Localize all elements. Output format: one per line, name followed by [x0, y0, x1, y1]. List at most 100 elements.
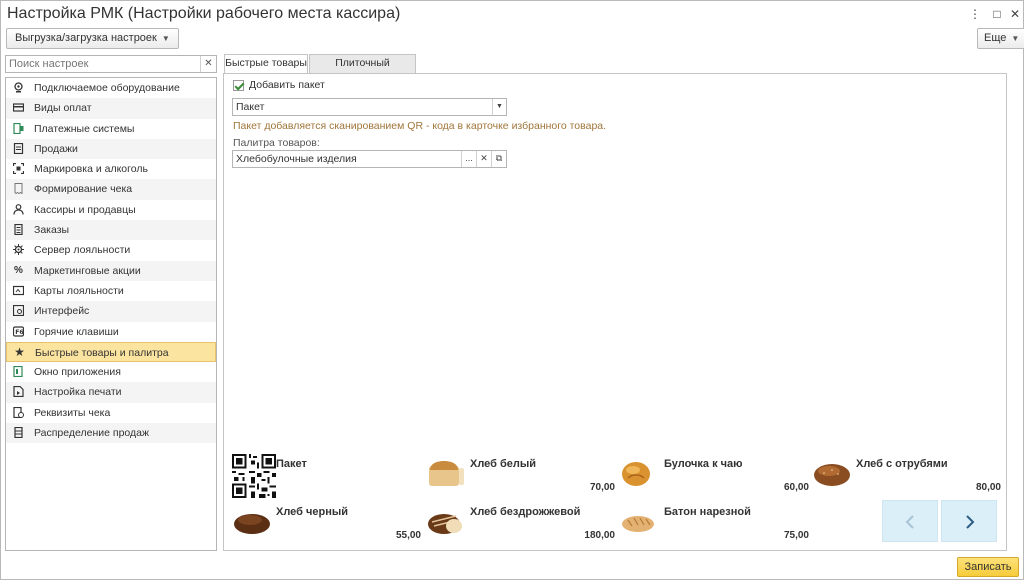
list-item-app-window[interactable]: Окно приложения — [6, 362, 216, 382]
list-item-hotkeys[interactable]: F6 Горячие клавиши — [6, 322, 216, 342]
server-icon — [13, 244, 24, 256]
white-bread-icon — [429, 461, 464, 486]
package-select[interactable]: Пакет ▼ — [232, 98, 507, 116]
list-item-label: Карты лояльности — [34, 284, 124, 297]
app-window-icon — [13, 366, 24, 378]
tile-bran-bread[interactable]: Хлеб с отрубями 80,00 — [812, 454, 1005, 498]
tab-label: Быстрые товары — [225, 57, 307, 69]
close-icon[interactable]: ✕ — [1006, 5, 1024, 23]
palette-field[interactable]: Хлебобулочные изделия ... ✕ ⧉ — [232, 150, 507, 168]
list-item-sales[interactable]: Продажи — [6, 138, 216, 160]
app-window: Настройка РМК (Настройки рабочего места … — [0, 0, 1024, 580]
tile-price: 60,00 — [783, 482, 809, 493]
tile-name: Хлеб белый — [470, 458, 537, 470]
card-icon — [12, 285, 25, 296]
search-box: ✕ — [5, 55, 217, 73]
list-item-cashiers[interactable]: Кассиры и продавцы — [6, 200, 216, 220]
list-item-label: Окно приложения — [34, 366, 121, 379]
package-hint: Пакет добавляется сканированием QR - код… — [233, 120, 607, 132]
equipment-icon — [13, 82, 24, 93]
list-item-loyalty-server[interactable]: Сервер лояльности — [6, 240, 216, 260]
tile-price: 55,00 — [395, 530, 421, 541]
list-item-label: Маркетинговые акции — [34, 264, 141, 277]
list-item-loyalty-cards[interactable]: Карты лояльности — [6, 281, 216, 301]
add-package-checkbox[interactable] — [233, 80, 244, 91]
maximize-icon[interactable]: □ — [988, 5, 1006, 23]
tile-white-bread[interactable]: Хлеб белый 70,00 — [426, 454, 619, 498]
list-item-interface[interactable]: Интерфейс — [6, 301, 216, 322]
cashiers-icon — [13, 203, 24, 215]
tile-price: 80,00 — [975, 482, 1001, 493]
tile-name: Пакет — [276, 458, 307, 470]
tile-price: 180,00 — [584, 530, 615, 541]
upload-download-label: Выгрузка/загрузка настроек — [15, 32, 157, 44]
open-icon[interactable]: ⧉ — [491, 151, 506, 167]
window-title: Настройка РМК (Настройки рабочего места … — [7, 5, 401, 22]
receipt-icon — [13, 183, 24, 195]
list-item-sales-distribution[interactable]: Распределение продаж — [6, 423, 216, 444]
list-item-orders[interactable]: Заказы — [6, 220, 216, 241]
chevron-down-icon[interactable]: ▼ — [492, 99, 506, 115]
list-item-label: Настройка печати — [34, 386, 122, 399]
payment-types-icon — [12, 102, 25, 113]
list-item-label: Подключаемое оборудование — [34, 82, 180, 94]
tile-name: Хлеб с отрубями — [856, 458, 948, 470]
list-item-label: Продажи — [34, 142, 78, 155]
clear-search-icon[interactable]: ✕ — [200, 56, 216, 72]
list-item-label: Распределение продаж — [34, 427, 150, 440]
caret-down-icon: ▼ — [161, 34, 170, 43]
hotkeys-icon: F6 — [12, 325, 25, 337]
list-item-label: Реквизиты чека — [34, 406, 111, 419]
percent-icon: % — [14, 264, 23, 276]
tile-price: 75,00 — [783, 530, 809, 541]
list-item-equipment[interactable]: Подключаемое оборудование — [6, 78, 216, 98]
more-label: Еще — [984, 32, 1007, 44]
chevron-right-icon — [966, 515, 975, 529]
tile-package[interactable]: Пакет — [232, 454, 425, 498]
tile-baton[interactable]: Батон нарезной 75,00 — [620, 502, 813, 546]
search-input[interactable] — [6, 56, 200, 72]
list-item-label: Кассиры и продавцы — [34, 203, 136, 216]
baton-icon — [622, 516, 654, 532]
list-item-label: Горячие клавиши — [34, 325, 119, 338]
palette-value: Хлебобулочные изделия — [236, 153, 357, 165]
previous-page-button[interactable] — [882, 500, 938, 542]
list-item-payment-types[interactable]: Виды оплат — [6, 98, 216, 119]
select-more-icon[interactable]: ... — [461, 151, 476, 167]
palette-label: Палитра товаров: — [233, 137, 320, 149]
tile-black-bread[interactable]: Хлеб черный 55,00 — [232, 502, 425, 546]
tab-tile-interface[interactable]: Плиточный интерфейс — [309, 54, 416, 86]
list-item-print-settings[interactable]: Настройка печати — [6, 382, 216, 403]
clear-icon[interactable]: ✕ — [476, 151, 491, 167]
chevron-left-icon — [905, 515, 914, 529]
list-item-label: Виды оплат — [34, 102, 92, 115]
list-item-quick-goods[interactable]: ★ Быстрые товары и палитра — [6, 341, 216, 363]
list-item-label: Формирование чека — [34, 183, 133, 196]
tile-name: Хлеб бездрожжевой — [470, 506, 581, 518]
list-item-receipt[interactable]: Формирование чека — [6, 179, 216, 200]
list-item-label: Сервер лояльности — [34, 244, 131, 257]
list-item-label: Платежные системы — [34, 122, 135, 135]
quick-goods-panel: Добавить пакет Пакет ▼ Пакет добавляется… — [223, 73, 1007, 551]
list-item-receipt-details[interactable]: Реквизиты чека — [6, 403, 216, 423]
list-item-marketing[interactable]: % Маркетинговые акции — [6, 260, 216, 281]
save-button[interactable]: Записать — [957, 557, 1019, 577]
upload-download-button[interactable]: Выгрузка/загрузка настроек ▼ — [6, 28, 179, 49]
tab-quick-goods[interactable]: Быстрые товары — [224, 54, 308, 74]
tile-bun[interactable]: Булочка к чаю 60,00 — [620, 454, 813, 498]
distribution-icon — [13, 426, 24, 439]
list-item-payment-systems[interactable]: Платежные системы — [6, 119, 216, 139]
title-bar: Настройка РМК (Настройки рабочего места … — [1, 1, 1023, 27]
tile-price: 70,00 — [589, 482, 615, 493]
list-item-label: Быстрые товары и палитра — [35, 346, 169, 359]
settings-list: Подключаемое оборудование Виды оплат Пла… — [5, 77, 217, 551]
more-button[interactable]: Еще ▼ — [977, 28, 1024, 49]
tile-yeast-free-bread[interactable]: Хлеб бездрожжевой 180,00 — [426, 502, 619, 546]
kebab-menu-icon[interactable]: ⋮ — [966, 5, 984, 23]
list-item-label: Маркировка и алкоголь — [34, 163, 148, 176]
print-icon — [13, 386, 24, 398]
list-item-marking[interactable]: Маркировка и алкоголь — [6, 159, 216, 179]
black-bread-icon — [234, 514, 270, 534]
interface-icon — [12, 305, 25, 317]
next-page-button[interactable] — [941, 500, 997, 542]
